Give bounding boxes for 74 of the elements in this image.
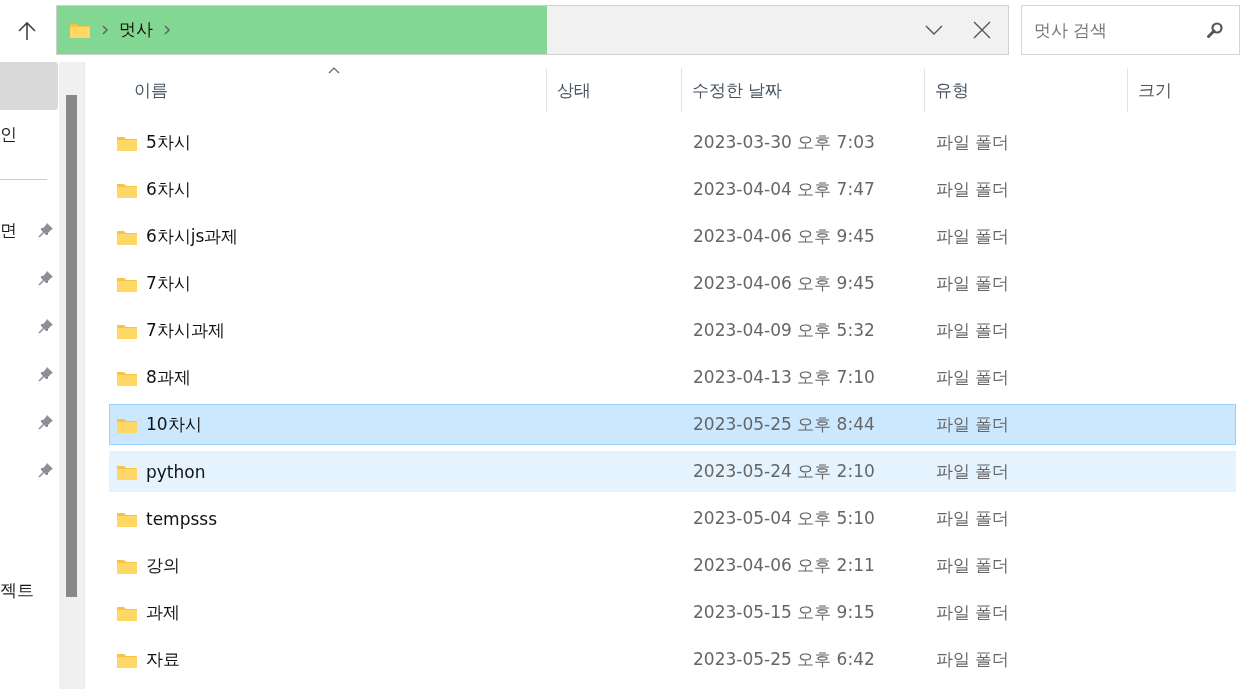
pin-icon[interactable] <box>38 318 54 334</box>
pin-icon[interactable] <box>38 270 54 286</box>
dropdown-icon[interactable] <box>925 23 943 36</box>
search-icon[interactable] <box>1206 20 1224 39</box>
file-name: 7차시 <box>146 272 191 295</box>
file-type: 파일 폴더 <box>936 460 1010 483</box>
modified-date: 2023-04-06 오후 9:45 <box>693 225 875 248</box>
close-icon[interactable] <box>973 20 991 39</box>
file-type: 파일 폴더 <box>936 554 1010 577</box>
modified-date: 2023-04-13 오후 7:10 <box>693 366 875 389</box>
column-header[interactable]: 크기 <box>1128 68 1234 112</box>
chevron-icon[interactable] <box>101 24 109 35</box>
scrollbar-thumb[interactable] <box>66 95 77 597</box>
file-type: 파일 폴더 <box>936 648 1010 671</box>
file-row[interactable]: 8과제 2023-04-13 오후 7:10 파일 폴더 <box>109 357 1236 398</box>
modified-date: 2023-05-15 오후 9:15 <box>693 601 875 624</box>
file-name: tempsss <box>146 508 218 529</box>
chevron-icon[interactable] <box>163 24 171 35</box>
file-name: 6차시 <box>146 178 191 201</box>
modified-date: 2023-05-25 오후 6:42 <box>693 648 875 671</box>
pin-icon[interactable] <box>38 366 54 382</box>
modified-date: 2023-04-09 오후 5:32 <box>693 319 875 342</box>
modified-date: 2023-04-06 오후 2:11 <box>693 554 875 577</box>
file-row[interactable]: 7차시 2023-04-06 오후 9:45 파일 폴더 <box>109 263 1236 304</box>
pin-icon[interactable] <box>38 414 54 430</box>
sidebar-item[interactable]: 인 <box>0 110 58 158</box>
column-header[interactable]: 상태 <box>547 68 682 112</box>
file-type: 파일 폴더 <box>936 507 1010 530</box>
file-row[interactable]: 6차시js과제 2023-04-06 오후 9:45 파일 폴더 <box>109 216 1236 257</box>
file-type: 파일 폴더 <box>936 413 1010 436</box>
file-row[interactable]: python 2023-05-24 오후 2:10 파일 폴더 <box>109 451 1236 492</box>
file-name: 과제 <box>146 601 180 624</box>
modified-date: 2023-05-04 오후 5:10 <box>693 507 875 530</box>
file-row[interactable]: 과제 2023-05-15 오후 9:15 파일 폴더 <box>109 592 1236 633</box>
file-name: 자료 <box>146 648 180 671</box>
file-row[interactable]: 6차시 2023-04-04 오후 7:47 파일 폴더 <box>109 169 1236 210</box>
file-name: 강의 <box>146 554 180 577</box>
file-name: 5차시 <box>146 131 191 154</box>
file-row[interactable]: 강의 2023-04-06 오후 2:11 파일 폴더 <box>109 545 1236 586</box>
sidebar-item[interactable]: 젝트 <box>0 566 58 614</box>
column-header[interactable]: 이름 <box>109 68 547 112</box>
file-row[interactable]: 자료 2023-05-25 오후 6:42 파일 폴더 <box>109 639 1236 680</box>
file-row[interactable]: tempsss 2023-05-04 오후 5:10 파일 폴더 <box>109 498 1236 539</box>
file-type: 파일 폴더 <box>936 366 1010 389</box>
file-row[interactable]: 5차시 2023-03-30 오후 7:03 파일 폴더 <box>109 122 1236 163</box>
file-name: 7차시과제 <box>146 319 225 342</box>
pin-icon[interactable] <box>38 222 54 238</box>
file-type: 파일 폴더 <box>936 178 1010 201</box>
scrollbar[interactable] <box>59 62 85 689</box>
file-type: 파일 폴더 <box>936 272 1010 295</box>
file-type: 파일 폴더 <box>936 319 1010 342</box>
file-row[interactable]: 7차시과제 2023-04-09 오후 5:32 파일 폴더 <box>109 310 1236 351</box>
search-field[interactable]: 멋사 검색 <box>1021 4 1240 55</box>
modified-date: 2023-03-30 오후 7:03 <box>693 131 875 154</box>
modified-date: 2023-05-25 오후 8:44 <box>693 413 875 436</box>
file-name: python <box>146 461 206 482</box>
column-header[interactable]: 수정한 날짜 <box>682 68 925 112</box>
modified-date: 2023-04-06 오후 9:45 <box>693 272 875 295</box>
pin-icon[interactable] <box>38 462 54 478</box>
file-name: 6차시js과제 <box>146 225 239 248</box>
sidebar-item[interactable]: 면 <box>0 206 58 254</box>
file-type: 파일 폴더 <box>936 225 1010 248</box>
modified-date: 2023-05-24 오후 2:10 <box>693 460 875 483</box>
modified-date: 2023-04-04 오후 7:47 <box>693 178 875 201</box>
address-bar[interactable]: 멋사 <box>56 4 1009 55</box>
breadcrumb-item[interactable]: 멋사 <box>119 18 153 41</box>
up-arrow-icon <box>16 20 38 42</box>
file-row[interactable]: 10차시 2023-05-25 오후 8:44 파일 폴더 <box>109 404 1236 445</box>
file-type: 파일 폴더 <box>936 601 1010 624</box>
file-type: 파일 폴더 <box>936 131 1010 154</box>
file-name: 10차시 <box>146 413 202 436</box>
column-header[interactable]: 유형 <box>925 68 1128 112</box>
file-name: 8과제 <box>146 366 191 389</box>
sort-ascending-icon <box>327 67 340 74</box>
